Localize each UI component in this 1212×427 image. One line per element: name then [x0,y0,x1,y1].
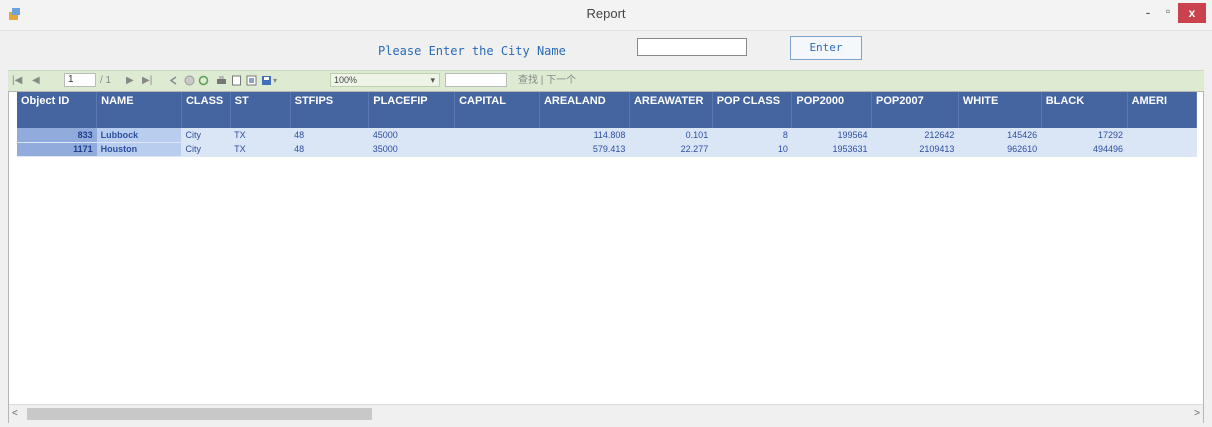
column-header: POP CLASS [712,92,793,128]
table-cell: 1953631 [791,142,872,157]
find-text-input[interactable] [445,73,507,87]
column-header: BLACK [1041,92,1128,128]
enter-button[interactable]: Enter [790,36,862,60]
report-toolbar: |◀ ◀ / 1 ▶ ▶| ▾ 100% ▾ 查找 | 下一个 [8,70,1204,92]
table-cell: 199564 [791,128,872,143]
stop-icon[interactable] [184,75,195,86]
horizontal-scrollbar[interactable]: < > [9,404,1203,423]
table-cell: 579.413 [539,142,630,157]
column-header: POP2000 [791,92,873,128]
table-cell: 10 [712,142,792,157]
table-header-row: Object ID NAME CLASS ST STFIPS PLACEFIP CAPITA… [17,92,1198,128]
next-page-button[interactable]: ▶ [126,74,134,88]
page-setup-icon[interactable] [246,75,257,86]
table-cell: 833 [17,128,97,143]
close-button[interactable]: x [1178,3,1206,23]
table-cell [454,142,540,157]
table-cell: 145426 [958,128,1042,143]
maximize-button[interactable]: ▫ [1158,4,1178,22]
column-header: PLACEFIP [368,92,456,128]
page-number-input[interactable] [64,73,96,87]
column-header: ST [230,92,291,128]
table-cell: 2109413 [871,142,959,157]
table-cell [1127,128,1197,143]
table-cell: 8 [712,128,792,143]
table-cell: City [181,128,231,143]
table-cell: 114.808 [539,128,630,143]
print-icon[interactable] [216,75,227,86]
column-header: STFIPS [290,92,370,128]
window-title: Report [586,6,626,21]
table-cell: 962610 [958,142,1042,157]
page-count-label: / 1 [100,75,112,86]
column-header: CAPITAL [454,92,540,128]
zoom-select[interactable]: 100% ▾ [330,73,440,87]
column-header: AREAWATER [629,92,713,128]
table-cell: City [181,142,231,157]
scroll-thumb[interactable] [27,408,372,420]
table-cell: 35000 [368,142,455,157]
report-viewer: Object ID NAME CLASS ST STFIPS PLACEFIP CAPITA… [8,91,1204,423]
table-cell: 212642 [871,128,959,143]
scroll-left-icon[interactable]: < [12,408,18,419]
city-table: Object ID NAME CLASS ST STFIPS PLACEFIP CAPITA… [17,92,1198,157]
find-next-link[interactable]: 查找 | 下一个 [518,74,576,88]
table-cell: 17292 [1041,128,1128,143]
table-cell: 22.277 [629,142,713,157]
table-cell: 0.101 [629,128,713,143]
column-header: POP2007 [871,92,959,128]
first-page-button[interactable]: |◀ [12,74,22,88]
table-cell: 1171 [17,142,97,157]
title-bar: Report - ▫ x [0,0,1212,31]
last-page-button[interactable]: ▶| [142,74,152,88]
table-cell: 48 [290,128,369,143]
column-header: AREALAND [539,92,630,128]
table-cell [1127,142,1197,157]
export-icon[interactable] [261,75,272,86]
column-header: WHITE [958,92,1042,128]
prev-page-button[interactable]: ◀ [32,74,40,88]
table-cell: 48 [290,142,369,157]
table-cell: 45000 [368,128,455,143]
print-layout-icon[interactable] [231,75,242,86]
table-cell: TX [230,142,291,157]
table-cell: Lubbock [96,128,182,143]
scroll-right-icon[interactable]: > [1194,408,1200,419]
table-row[interactable]: 1171 Houston City TX 48 35000 579.413 22.277 10 1… [17,142,1197,157]
city-name-input[interactable] [637,38,747,56]
table-cell: Houston [96,142,182,157]
back-icon[interactable] [168,75,179,86]
export-dropdown-icon[interactable]: ▾ [273,74,277,88]
table-cell: TX [230,128,291,143]
column-header: CLASS [181,92,231,128]
column-header: AMERI [1127,92,1198,128]
table-row[interactable]: 833 Lubbock City TX 48 45000 114.808 0.101 8 1995… [17,128,1197,143]
chevron-down-icon: ▾ [430,75,435,85]
refresh-icon[interactable] [198,75,209,86]
table-cell: 494496 [1041,142,1128,157]
minimize-button[interactable]: - [1138,4,1158,22]
city-prompt-label: Please Enter the City Name [378,44,566,58]
table-cell [454,128,540,143]
column-header: NAME [96,92,182,128]
column-header: Object ID [17,92,98,128]
zoom-value: 100% [334,75,358,85]
